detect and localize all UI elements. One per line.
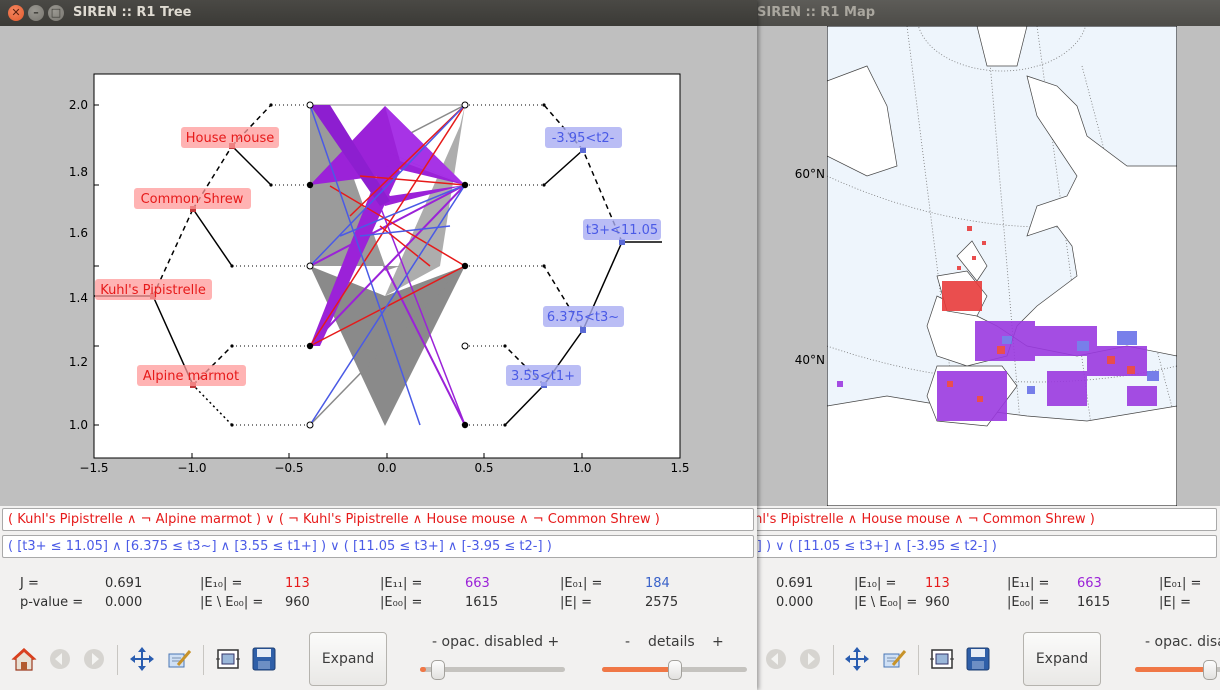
e11-value: 663 (1077, 576, 1102, 591)
map-window: SIREN :: R1 Map 60°N 40°N l's Pipistrell… (757, 0, 1220, 690)
rhs-label-t3tilde[interactable]: 6.375<t3~ (547, 310, 619, 325)
ediff-label: |E \ E₀₀| = (854, 595, 918, 610)
close-window-icon[interactable]: ✕ (8, 5, 24, 21)
configure-subplots-icon[interactable] (928, 645, 956, 673)
minimize-window-icon[interactable]: – (28, 5, 44, 21)
rhs-query-field[interactable]: ( [t3+ ≤ 11.05] ∧ [6.375 ≤ t3~] ∧ [3.55 … (757, 535, 1217, 558)
expand-button[interactable]: Expand (309, 632, 387, 686)
e10-value: 113 (925, 576, 950, 591)
zoom-rect-icon[interactable] (881, 645, 909, 673)
lhs-label-alpine-marmot[interactable]: Alpine marmot (143, 369, 239, 384)
window-title: SIREN :: R1 Map (757, 5, 876, 20)
e-total-label: |E| = (1159, 595, 1191, 610)
pvalue-label: p-value = (20, 595, 84, 610)
x-tick-label: −1.0 (177, 461, 206, 475)
details-slider-label: details (648, 634, 695, 650)
maximize-window-icon[interactable]: □ (48, 5, 64, 21)
y-tick-label: 1.2 (69, 355, 88, 369)
lhs-query-field[interactable]: ( Kuhl's Pipistrelle ∧ ¬ Alpine marmot )… (757, 508, 1217, 531)
back-icon[interactable] (762, 645, 790, 673)
pvalue-value: 0.000 (776, 595, 814, 610)
lhs-label-kuhls-pipistrelle[interactable]: Kuhl's Pipistrelle (100, 283, 206, 298)
e01-value: 184 (645, 576, 670, 591)
jaccard-value: 0.691 (776, 576, 814, 591)
map-plot[interactable]: 60°N 40°N (827, 26, 1177, 506)
y-tick-label: 1.8 (69, 165, 88, 179)
x-tick-label: 0.5 (474, 461, 493, 475)
back-icon[interactable] (46, 645, 74, 673)
rhs-label-t3plus[interactable]: t3+<11.05 (586, 223, 658, 238)
toolbar-separator (203, 645, 204, 675)
tree-plot[interactable]: 2.0 1.8 1.6 1.4 1.2 1.0 −1.5 −1.0 −0.5 0… (0, 26, 757, 506)
ediff-value: 960 (285, 595, 310, 610)
map-titlebar[interactable]: SIREN :: R1 Map (757, 0, 1220, 26)
x-tick-label: 1.5 (670, 461, 689, 475)
lat-label-60: 60°N (795, 167, 825, 181)
details-minus-label: - (625, 634, 631, 650)
x-tick-labels: −1.5 −1.0 −0.5 0.0 0.5 1.0 1.5 (79, 461, 689, 475)
lhs-label-common-shrew[interactable]: Common Shrew (141, 192, 244, 207)
toolbar-separator (918, 645, 919, 675)
x-tick-label: −1.5 (79, 461, 108, 475)
rhs-query-field[interactable]: ( [t3+ ≤ 11.05] ∧ [6.375 ≤ t3~] ∧ [3.55 … (2, 535, 754, 558)
details-plus-label: + (712, 634, 724, 650)
e10-label: |E₁₀| = (200, 576, 243, 591)
ediff-label: |E \ E₀₀| = (200, 595, 264, 610)
e-total-label: |E| = (560, 595, 592, 610)
map-left-axis: 60°N 40°N (795, 167, 825, 367)
ediff-value: 960 (925, 595, 950, 610)
home-icon[interactable] (10, 645, 38, 673)
opacity-slider-label: - opac. disabled + (432, 634, 560, 650)
tree-titlebar[interactable]: ✕ – □ SIREN :: R1 Tree (0, 0, 757, 26)
pan-icon[interactable] (843, 645, 871, 673)
pan-icon[interactable] (128, 645, 156, 673)
y-tick-label: 1.0 (69, 418, 88, 432)
y-tick-label: 1.4 (69, 291, 88, 305)
expand-button[interactable]: Expand (1023, 632, 1101, 686)
lat-label-40: 40°N (795, 353, 825, 367)
window-title: SIREN :: R1 Tree (73, 5, 192, 20)
toolbar-separator (117, 645, 118, 675)
tree-window: ✕ – □ SIREN :: R1 Tree 2.0 1.8 1.6 1.4 1… (0, 0, 757, 690)
x-tick-label: 0.0 (377, 461, 396, 475)
jaccard-value: 0.691 (105, 576, 143, 591)
opacity-slider-label: - opac. disabled + (1145, 634, 1220, 650)
toolbar-separator (833, 645, 834, 675)
e-total-value: 2575 (645, 595, 679, 610)
opacity-slider-handle[interactable] (430, 660, 445, 680)
save-icon[interactable] (250, 645, 278, 673)
details-slider-handle[interactable] (667, 660, 682, 680)
e11-value: 663 (465, 576, 490, 591)
e00-value: 1615 (465, 595, 499, 610)
y-tick-labels: 2.0 1.8 1.6 1.4 1.2 1.0 (69, 98, 88, 432)
e00-label: |E₀₀| = (1007, 595, 1050, 610)
e01-label: |E₀₁| = (1159, 576, 1202, 591)
rhs-label-t2[interactable]: -3.95<t2- (552, 131, 615, 146)
forward-icon[interactable] (80, 645, 108, 673)
y-tick-label: 1.6 (69, 226, 88, 240)
rhs-label-t1[interactable]: 3.55<t1+ (511, 369, 575, 384)
zoom-rect-icon[interactable] (166, 645, 194, 673)
e01-label: |E₀₁| = (560, 576, 603, 591)
y-tick-label: 2.0 (69, 98, 88, 112)
pvalue-value: 0.000 (105, 595, 143, 610)
forward-icon[interactable] (796, 645, 824, 673)
e11-label: |E₁₁| = (1007, 576, 1050, 591)
e10-value: 113 (285, 576, 310, 591)
save-icon[interactable] (964, 645, 992, 673)
e00-value: 1615 (1077, 595, 1111, 610)
e11-label: |E₁₁| = (380, 576, 423, 591)
lhs-query-field[interactable]: ( Kuhl's Pipistrelle ∧ ¬ Alpine marmot )… (2, 508, 754, 531)
opacity-slider-handle[interactable] (1203, 660, 1217, 680)
jaccard-label: J = (20, 576, 39, 591)
lhs-label-house-mouse[interactable]: House mouse (186, 131, 275, 146)
x-tick-label: 1.0 (572, 461, 591, 475)
e10-label: |E₁₀| = (854, 576, 897, 591)
x-tick-label: −0.5 (274, 461, 303, 475)
configure-subplots-icon[interactable] (214, 645, 242, 673)
e00-label: |E₀₀| = (380, 595, 423, 610)
